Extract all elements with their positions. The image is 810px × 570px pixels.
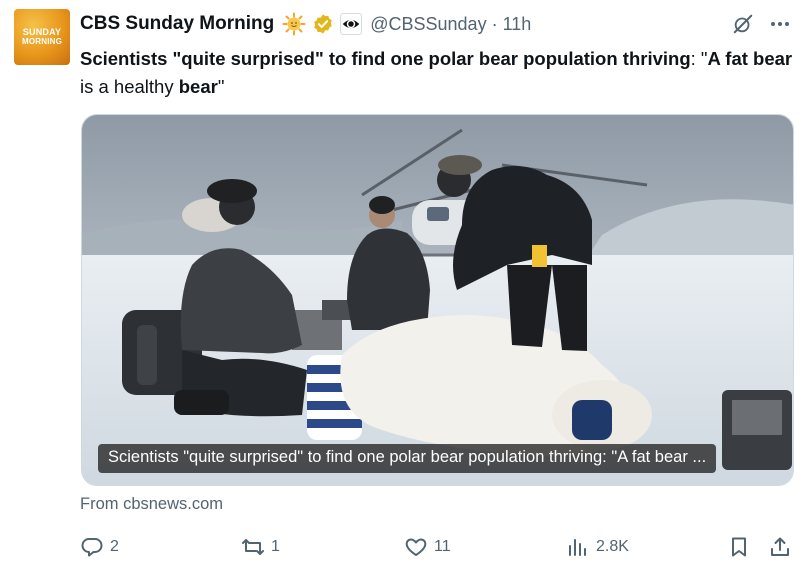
views-button[interactable]: 2.8K: [566, 535, 629, 559]
cbs-eye-icon[interactable]: [340, 13, 363, 35]
views-bars-icon: [569, 539, 586, 556]
heart-icon: [405, 538, 427, 556]
display-name[interactable]: CBS Sunday Morning: [80, 13, 274, 35]
sun-emoji-icon: [282, 12, 306, 36]
account-handle[interactable]: @CBSSunday: [370, 14, 486, 35]
avatar-text-line1: SUNDAY: [22, 27, 62, 37]
retweet-icon: [242, 539, 264, 555]
reply-button[interactable]: 2: [80, 535, 119, 559]
link-source[interactable]: From cbsnews.com: [80, 495, 223, 514]
like-count: 11: [434, 538, 451, 555]
reply-bubble-icon: [81, 538, 103, 557]
media-caption[interactable]: Scientists "quite surprised" to find one…: [98, 444, 717, 473]
header-separator: ·: [491, 13, 498, 34]
tweet-time[interactable]: 11h: [503, 14, 532, 35]
share-icon: [771, 537, 789, 556]
bookmark-button[interactable]: [727, 535, 751, 559]
retweet-count: 1: [271, 538, 280, 555]
tweet-text-plain-2: is a healthy: [80, 76, 179, 97]
avatar-text-line2: MORNING: [21, 37, 63, 46]
more-dots-icon[interactable]: [768, 12, 792, 36]
retweet-button[interactable]: 1: [241, 535, 280, 559]
account-avatar[interactable]: SUNDAY MORNING: [14, 9, 70, 65]
polar-bear-photo: [82, 115, 793, 485]
tweet-text-bold-3: bear: [178, 76, 218, 97]
view-count: 2.8K: [596, 538, 629, 555]
reply-count: 2: [110, 538, 119, 555]
tweet-header: CBS Sunday Morning @CBSSunday · 11h: [80, 12, 531, 36]
action-bar: 2 1 11 2.8K: [0, 530, 810, 564]
share-button[interactable]: [768, 535, 792, 559]
tweet-text-bold-1: Scientists "quite surprised" to find one…: [80, 48, 691, 69]
tweet-text-bold-2: A fat bear: [707, 48, 793, 69]
tweet-text: Scientists "quite surprised" to find one…: [80, 45, 795, 101]
bookmark-icon: [732, 537, 746, 557]
gold-verified-icon[interactable]: [312, 13, 334, 35]
tweet-text-plain-1: : ": [690, 48, 708, 69]
like-button[interactable]: 11: [404, 535, 451, 559]
grok-slash-icon[interactable]: [732, 13, 754, 35]
media-card-image[interactable]: [81, 114, 794, 486]
tweet-text-plain-3: ": [217, 76, 225, 97]
